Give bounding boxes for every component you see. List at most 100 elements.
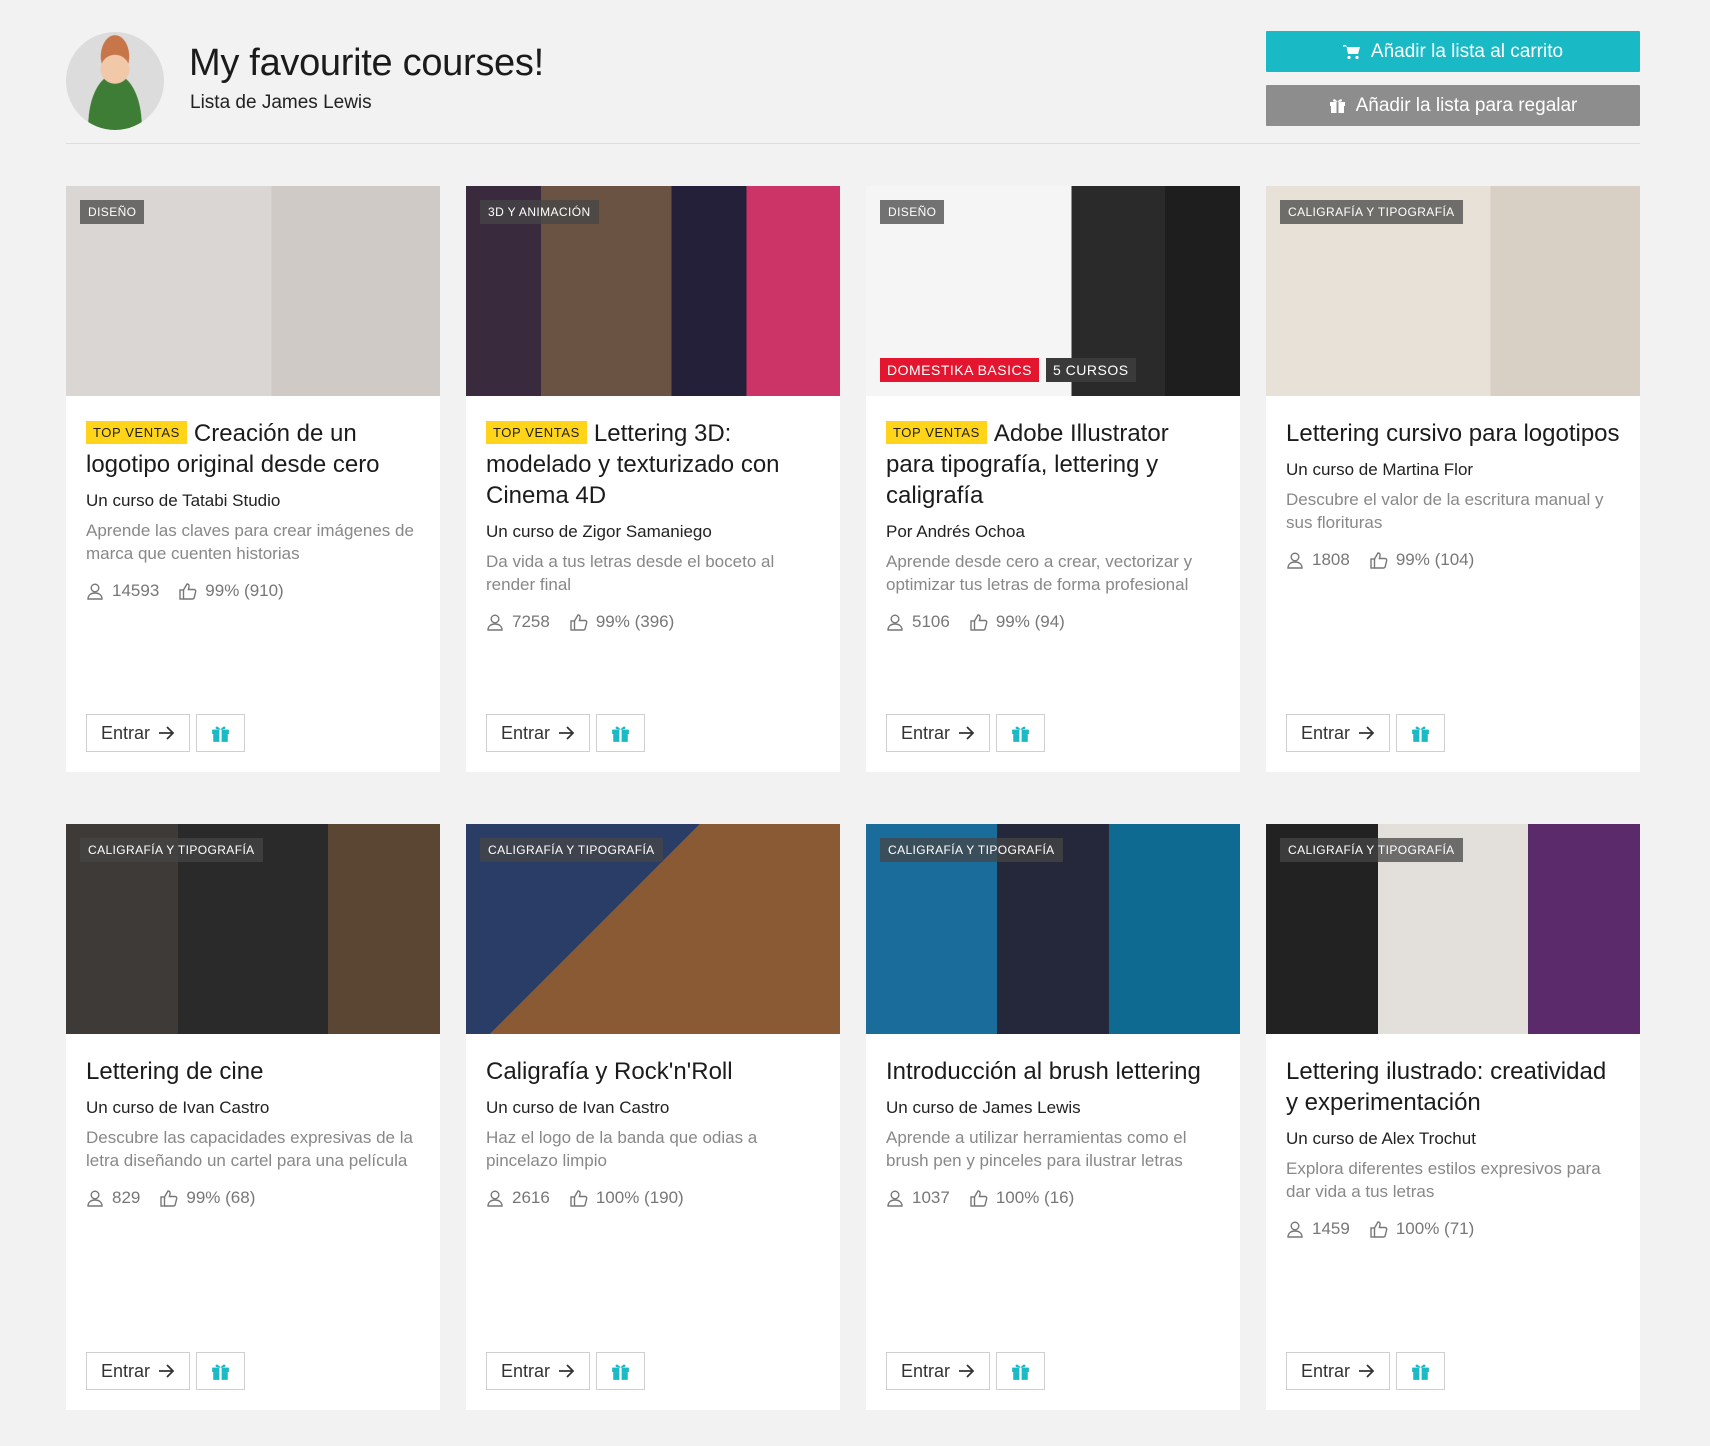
students-stat: 2616 — [486, 1188, 550, 1208]
category-badge: DISEÑO — [880, 200, 945, 224]
rating-stat: 99% (104) — [1370, 550, 1474, 570]
thumbnail-3d[interactable]: 3D Y ANIMACIÓN — [466, 186, 840, 396]
rating-value: 99% (68) — [186, 1188, 256, 1207]
students-stat: 1808 — [1286, 550, 1350, 570]
enter-button[interactable]: Entrar — [1286, 714, 1390, 752]
enter-button[interactable]: Entrar — [86, 1352, 190, 1390]
rating-value: 99% (104) — [1395, 550, 1475, 569]
rating-value: 100% (190) — [595, 1188, 684, 1207]
course-card[interactable]: CALIGRAFÍA Y TIPOGRAFÍA Lettering ilustr… — [1266, 824, 1640, 1410]
students-stat: 1459 — [1286, 1219, 1350, 1239]
course-card[interactable]: DISEÑO DOMESTIKA BASICS 5 CURSOS TOP VENT… — [866, 186, 1240, 772]
courses-count-badge: 5 CURSOS — [1046, 358, 1136, 382]
add-list-to-cart-button[interactable]: Añadir la lista al carrito — [1266, 31, 1640, 72]
course-stats: 14593 99% (910) — [86, 581, 422, 601]
course-card[interactable]: CALIGRAFÍA Y TIPOGRAFÍA Lettering de cin… — [66, 824, 440, 1410]
owner-link[interactable]: James Lewis — [262, 92, 372, 113]
enter-button[interactable]: Entrar — [486, 1352, 590, 1390]
thumbnail-illustrator[interactable]: DISEÑO DOMESTIKA BASICS 5 CURSOS — [866, 186, 1240, 396]
rating-stat: 99% (396) — [570, 612, 674, 632]
course-card[interactable]: CALIGRAFÍA Y TIPOGRAFÍA Introducción al … — [866, 824, 1240, 1410]
cart-icon — [1342, 44, 1360, 59]
enter-label: Entrar — [500, 722, 551, 743]
course-card[interactable]: DISEÑO TOP VENTAS Creación de un logotipo… — [66, 186, 440, 772]
gift-course-button[interactable] — [596, 714, 645, 752]
course-title-text: Caligrafía y Rock'n'Roll — [486, 1058, 733, 1085]
card-actions: Entrar — [1286, 1352, 1445, 1390]
course-author: Un curso de Ivan Castro — [86, 1098, 270, 1117]
enter-button[interactable]: Entrar — [1286, 1352, 1390, 1390]
students-count: 5106 — [912, 612, 950, 631]
thumbs-up-icon — [570, 1190, 588, 1207]
course-title[interactable]: TOP VENTAS Adobe Illustrator para tipogra… — [886, 418, 1222, 511]
course-author: Un curso de Tatabi Studio — [86, 491, 281, 510]
thumbnail-rock[interactable]: CALIGRAFÍA Y TIPOGRAFÍA — [466, 824, 840, 1034]
course-title[interactable]: Lettering ilustrado: creatividad y exper… — [1286, 1056, 1622, 1118]
top-sales-badge: TOP VENTAS — [886, 421, 987, 444]
thumbs-up-icon — [970, 1190, 988, 1207]
user-icon — [487, 1190, 503, 1207]
enter-button[interactable]: Entrar — [886, 714, 990, 752]
gift-course-button[interactable] — [1396, 1352, 1445, 1390]
category-badge: CALIGRAFÍA Y TIPOGRAFÍA — [1280, 200, 1463, 224]
course-title[interactable]: TOP VENTAS Creación de un logotipo origin… — [86, 418, 422, 480]
course-author: Un curso de Alex Trochut — [1286, 1129, 1476, 1148]
thumbnail-brush[interactable]: CALIGRAFÍA Y TIPOGRAFÍA — [866, 824, 1240, 1034]
cart-button-label: Añadir la lista al carrito — [1370, 40, 1564, 62]
user-icon — [887, 1190, 903, 1207]
course-title[interactable]: Lettering cursivo para logotipos — [1286, 418, 1622, 449]
course-description: Aprende a utilizar herramientas como el … — [886, 1128, 1187, 1170]
course-stats: 1459 100% (71) — [1286, 1219, 1622, 1239]
thumbnail-logo[interactable]: DISEÑO — [66, 186, 440, 396]
user-icon — [87, 583, 103, 600]
basics-badge: DOMESTIKA BASICS — [880, 358, 1039, 382]
gift-course-button[interactable] — [196, 1352, 245, 1390]
thumbnail-cine[interactable]: CALIGRAFÍA Y TIPOGRAFÍA — [66, 824, 440, 1034]
card-actions: Entrar — [86, 714, 245, 752]
top-sales-badge: TOP VENTAS — [486, 421, 587, 444]
students-count: 14593 — [112, 581, 160, 600]
category-badge: CALIGRAFÍA Y TIPOGRAFÍA — [1280, 838, 1463, 862]
thumbnail-ilustrado[interactable]: CALIGRAFÍA Y TIPOGRAFÍA — [1266, 824, 1640, 1034]
thumbnail-cursive[interactable]: CALIGRAFÍA Y TIPOGRAFÍA — [1266, 186, 1640, 396]
course-stats: 1037 100% (16) — [886, 1188, 1222, 1208]
category-badge: CALIGRAFÍA Y TIPOGRAFÍA — [880, 838, 1063, 862]
course-stats: 829 99% (68) — [86, 1188, 422, 1208]
enter-label: Entrar — [1300, 722, 1351, 743]
course-stats: 5106 99% (94) — [886, 612, 1222, 632]
gift-course-button[interactable] — [996, 714, 1045, 752]
course-title[interactable]: Caligrafía y Rock'n'Roll — [486, 1056, 822, 1087]
course-card[interactable]: CALIGRAFÍA Y TIPOGRAFÍA Caligrafía y Roc… — [466, 824, 840, 1410]
add-list-as-gift-button[interactable]: Añadir la lista para regalar — [1266, 85, 1640, 126]
rating-stat: 99% (68) — [160, 1188, 255, 1208]
rating-value: 99% (910) — [205, 581, 284, 600]
category-badge: 3D Y ANIMACIÓN — [480, 200, 599, 224]
gift-course-button[interactable] — [1396, 714, 1445, 752]
course-title-text: Lettering ilustrado: creatividad y exper… — [1286, 1058, 1607, 1116]
category-badge: CALIGRAFÍA Y TIPOGRAFÍA — [80, 838, 263, 862]
course-title[interactable]: Lettering de cine — [86, 1056, 422, 1087]
gift-icon — [212, 1364, 229, 1380]
gift-course-button[interactable] — [996, 1352, 1045, 1390]
enter-button[interactable]: Entrar — [86, 714, 190, 752]
course-stats: 7258 99% (396) — [486, 612, 822, 632]
gift-course-button[interactable] — [196, 714, 245, 752]
gift-course-button[interactable] — [596, 1352, 645, 1390]
enter-label: Entrar — [900, 722, 951, 743]
course-card[interactable]: 3D Y ANIMACIÓN TOP VENTAS Lettering 3D: m… — [466, 186, 840, 772]
card-actions: Entrar — [486, 714, 645, 752]
course-title[interactable]: TOP VENTAS Lettering 3D: modelado y textu… — [486, 418, 822, 511]
rating-value: 99% (94) — [995, 612, 1065, 631]
gift-icon — [1412, 1364, 1429, 1380]
course-title[interactable]: Introducción al brush lettering — [886, 1056, 1222, 1087]
rating-value: 100% (71) — [1395, 1219, 1475, 1238]
arrow-right-icon — [1359, 1364, 1375, 1378]
enter-button[interactable]: Entrar — [886, 1352, 990, 1390]
enter-button[interactable]: Entrar — [486, 714, 590, 752]
rating-value: 99% (396) — [595, 612, 675, 631]
students-stat: 829 — [86, 1188, 140, 1208]
gift-icon — [612, 1364, 629, 1380]
owner-avatar[interactable] — [66, 32, 164, 130]
rating-stat: 99% (94) — [970, 612, 1065, 632]
course-card[interactable]: CALIGRAFÍA Y TIPOGRAFÍA Lettering cursiv… — [1266, 186, 1640, 772]
